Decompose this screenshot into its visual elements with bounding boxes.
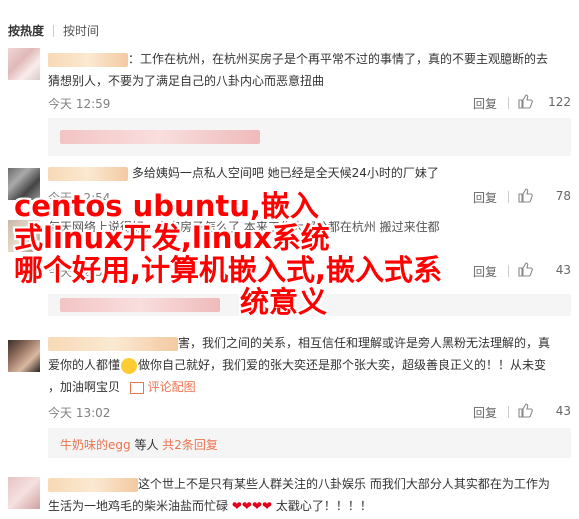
comment-meta: 今天 12:5 回复 43 [48, 261, 571, 281]
reply-preview-box[interactable] [48, 294, 571, 316]
avatar[interactable] [8, 168, 40, 200]
thumbs-up-icon[interactable] [517, 402, 533, 418]
comment-meta: 今天 12:54 回复 78 [48, 187, 571, 207]
thumbs-up-icon[interactable] [517, 261, 533, 277]
comment-text: 害，我们之间的关系，相互信任和理解或许是旁人黑粉无法理解的，真 爱你的人都懂 做你… [48, 336, 551, 394]
comment-time: 今天 12:59 [48, 97, 111, 111]
comment-time: 今天 12:5 [48, 265, 103, 279]
comment-image-link[interactable]: 评论配图 [148, 380, 196, 394]
comment-item: 害，我们之间的关系，相互信任和理解或许是旁人黑粉无法理解的，真 爱你的人都懂 做你… [0, 332, 579, 458]
username-redacted[interactable] [48, 477, 138, 492]
reply-summary-box[interactable]: 牛奶味的egg 等人 共2条回复 [48, 428, 571, 458]
heart-icon: ❤ [231, 499, 242, 513]
like-count: 43 [555, 263, 571, 277]
reply-button[interactable]: 回复 [473, 95, 497, 112]
like-count: 43 [555, 404, 571, 418]
avatar[interactable] [8, 48, 40, 80]
divider [508, 406, 509, 418]
comment-time: 今天 12:54 [48, 191, 111, 205]
heart-icon: ❤ [241, 499, 252, 513]
thumbs-up-icon[interactable] [517, 187, 533, 203]
reply-button[interactable]: 回复 [473, 263, 497, 280]
reply-username[interactable]: 牛奶味的egg [60, 438, 131, 452]
comment-item: 这个世上不是只有某些人群关注的八卦娱乐 而我们大部分人其实都在为工作为 生活为一… [0, 473, 579, 519]
comment-text: ：工作在杭州，在杭州买房子是个再平常不过的事情了，真的不要主观臆断的去 猜想别人… [48, 52, 549, 88]
sort-tabs: 按热度 按时间 [8, 22, 99, 39]
avatar[interactable] [8, 477, 40, 509]
username-redacted[interactable] [48, 52, 128, 67]
like-count: 78 [555, 189, 571, 203]
comment-text: 每天网络上说得好，人家房子怎么了 本来工作大部分都在杭州 搬过来住都 [48, 220, 440, 234]
tab-divider [53, 24, 55, 37]
avatar[interactable] [8, 220, 40, 252]
emoji-icon [121, 357, 138, 374]
divider [508, 265, 509, 277]
comment-meta: 今天 12:59 回复 122 [48, 93, 571, 113]
thumbs-up-icon[interactable] [517, 93, 533, 109]
comment-text: 多给姨妈一点私人空间吧 她已经是全天候24小时的厂妹了 [48, 162, 571, 184]
comment-text: 这个世上不是只有某些人群关注的八卦娱乐 而我们大部分人其实都在为工作为 生活为一… [48, 477, 550, 513]
image-icon [129, 381, 144, 394]
comment-item: 多给姨妈一点私人空间吧 她已经是全天候24小时的厂妹了 今天 12:54 回复 … [0, 162, 579, 212]
comment-time: 今天 13:02 [48, 406, 111, 420]
comment-item: ：工作在杭州，在杭州买房子是个再平常不过的事情了，真的不要主观臆断的去 猜想别人… [0, 48, 579, 156]
view-replies-link[interactable]: 共2条回复 [162, 438, 218, 452]
tab-sort-by-time[interactable]: 按时间 [63, 22, 99, 39]
heart-icon: ❤ [251, 499, 263, 513]
divider [508, 97, 509, 109]
username-redacted[interactable] [48, 336, 178, 351]
comment-meta: 今天 13:02 回复 43 [48, 402, 571, 422]
avatar[interactable] [8, 340, 40, 372]
divider [508, 191, 509, 203]
comment-item: 每天网络上说得好，人家房子怎么了 本来工作大部分都在杭州 搬过来住都 今天 12… [0, 216, 579, 316]
username-redacted[interactable] [48, 166, 128, 181]
heart-icon: ❤ [262, 499, 273, 513]
reply-button[interactable]: 回复 [473, 404, 497, 421]
reply-summary-text: 等人 [130, 438, 163, 452]
like-count: 122 [548, 95, 571, 109]
reply-button[interactable]: 回复 [473, 189, 497, 206]
reply-preview-box[interactable] [48, 118, 571, 156]
tab-sort-by-hot[interactable]: 按热度 [8, 22, 44, 39]
